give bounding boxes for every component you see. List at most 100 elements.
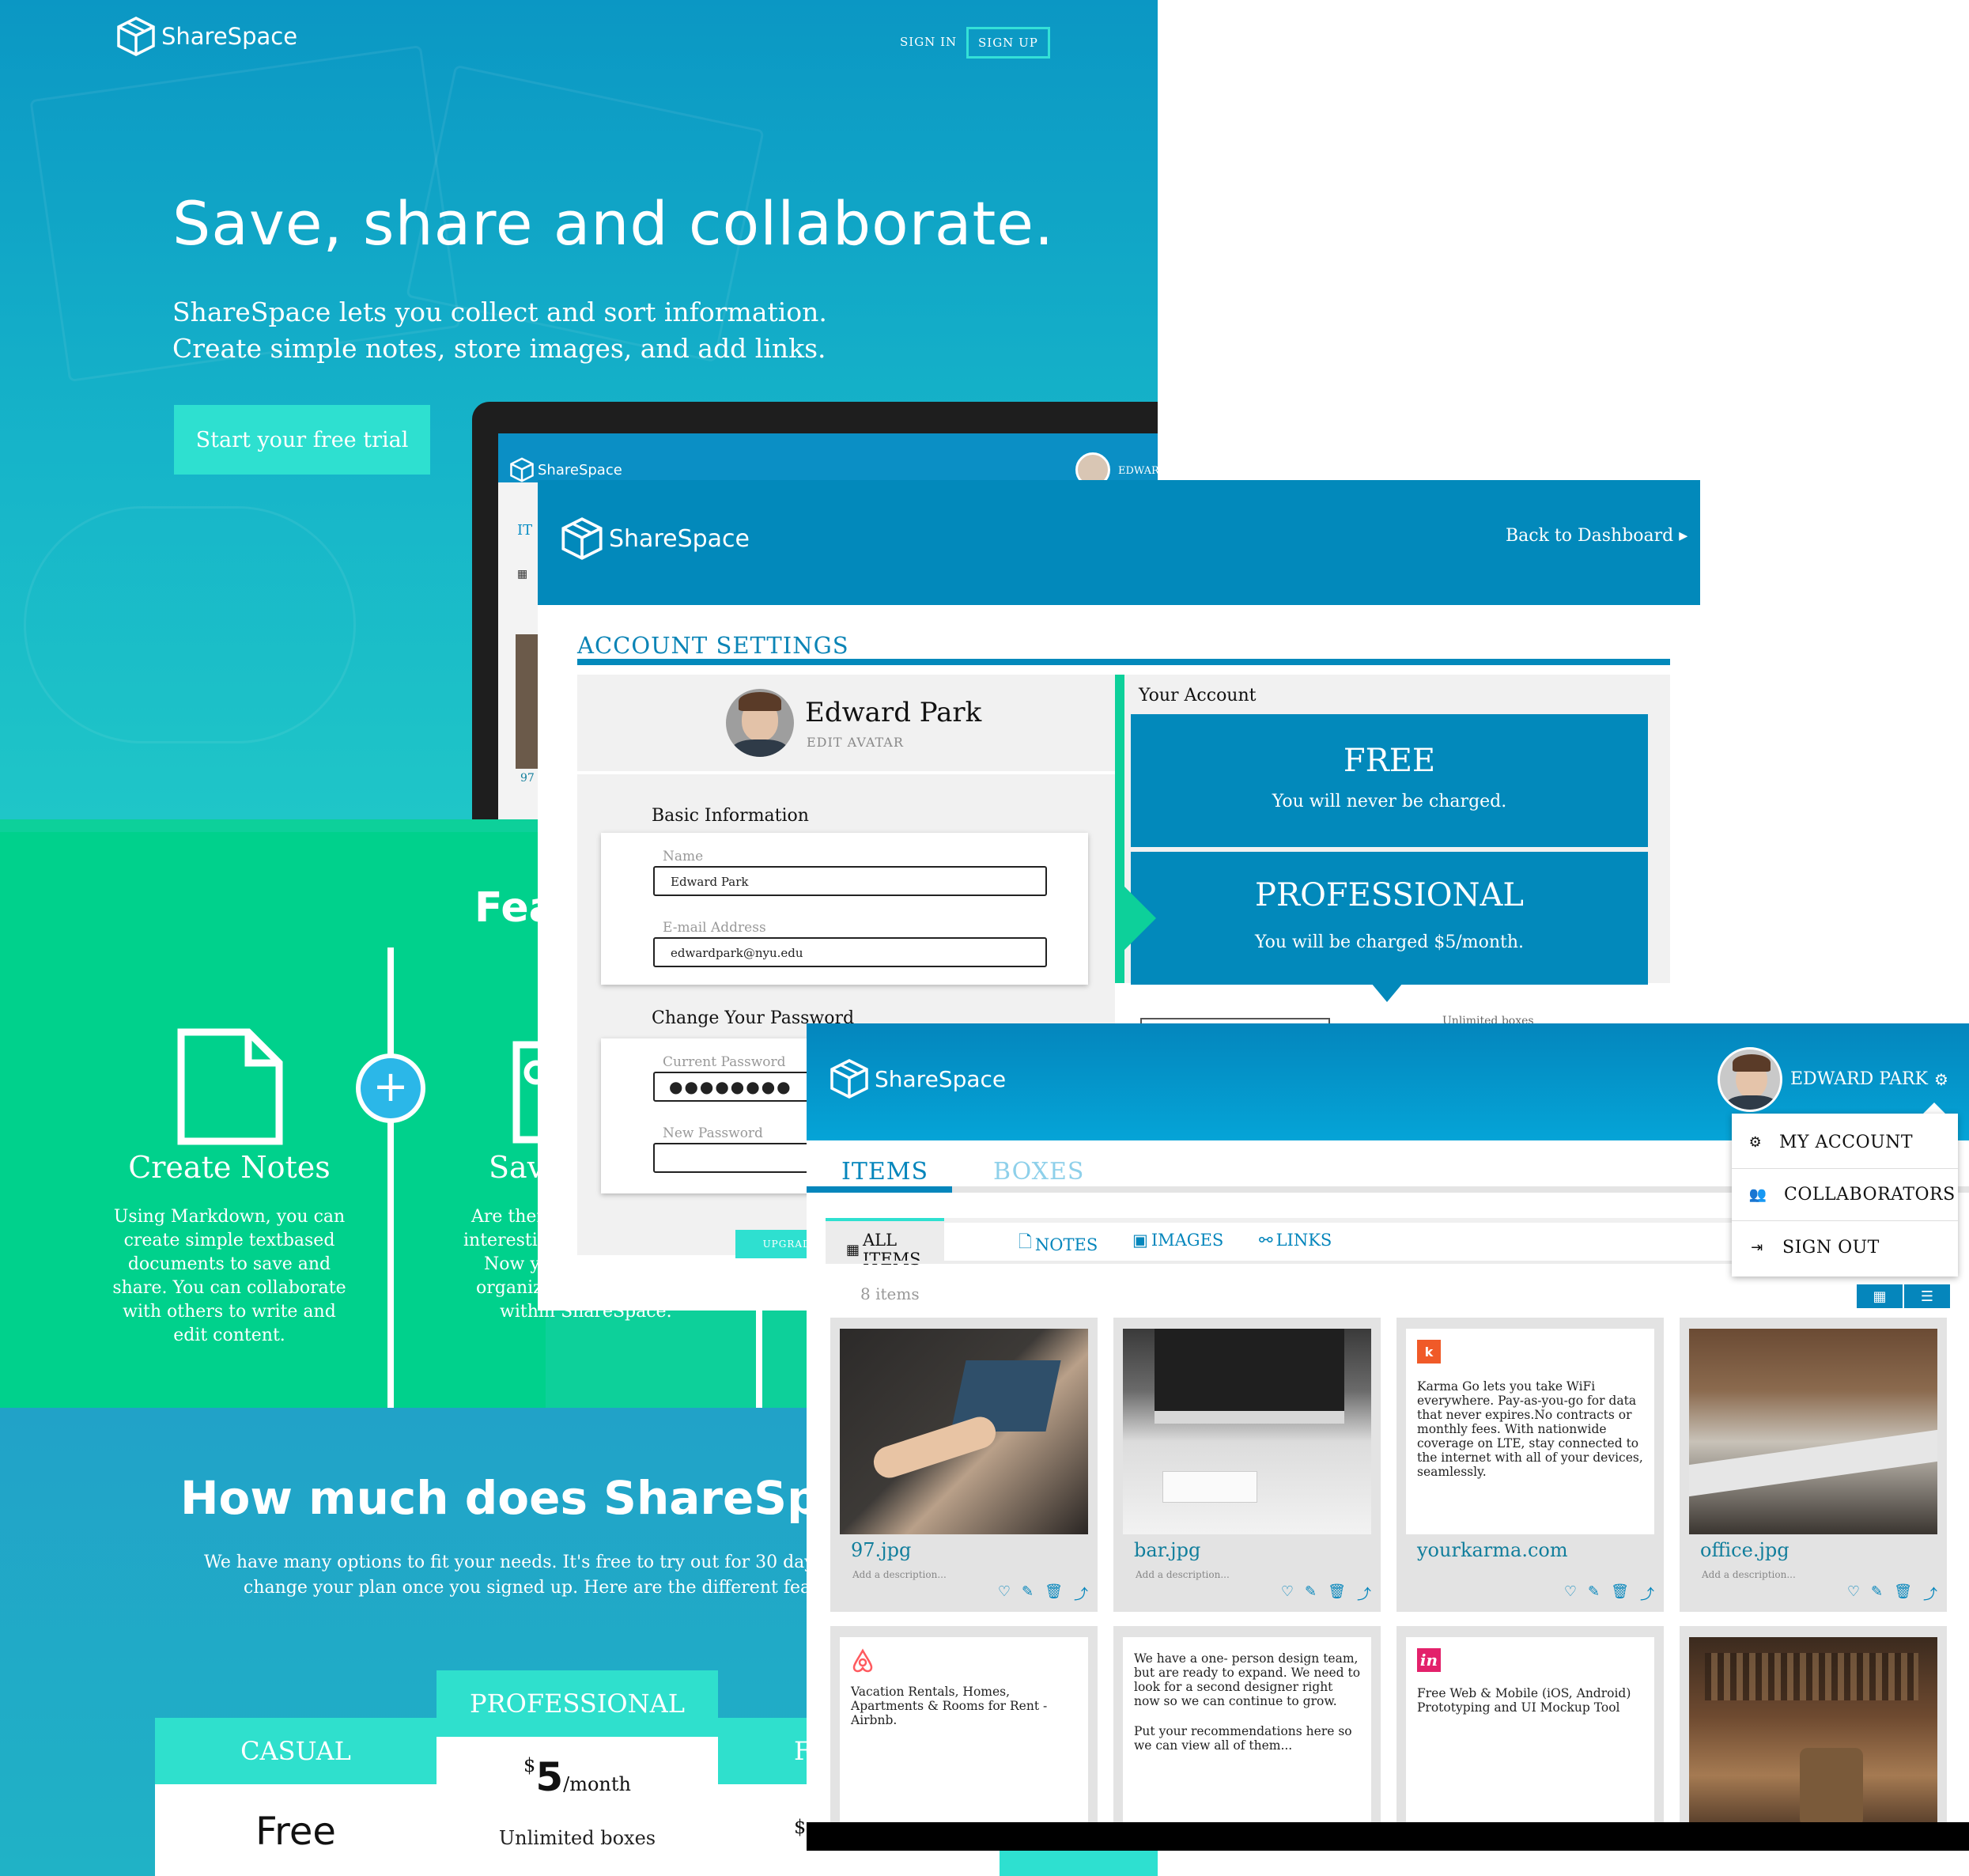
edit-icon[interactable]: ✎ (1588, 1583, 1600, 1604)
tab-items[interactable]: ITEMS (841, 1158, 928, 1186)
share-icon[interactable]: ⤴ (1923, 1583, 1937, 1604)
item-tile[interactable] (1680, 1626, 1947, 1835)
plan-option-professional[interactable]: PROFESSIONAL You will be charged $5/mont… (1131, 852, 1648, 985)
item-tile[interactable]: office.jpg Add a description... ♡ ✎ 🗑 ⤴ (1680, 1318, 1947, 1612)
edit-avatar-link[interactable]: EDIT AVATAR (807, 735, 904, 750)
avatar[interactable] (1718, 1047, 1782, 1112)
item-tile[interactable]: Vacation Rentals, Homes, Apartments & Ro… (830, 1626, 1098, 1835)
plan-amount: 5 (535, 1754, 564, 1800)
tile-link-card: k Karma Go lets you take WiFi everywhere… (1406, 1329, 1654, 1534)
grid-icon: ▦ (517, 568, 528, 581)
trash-icon[interactable]: 🗑 (1611, 1583, 1629, 1604)
avatar[interactable] (726, 689, 794, 757)
list-view-button[interactable]: ☰ (1904, 1284, 1950, 1308)
menu-label: MY ACCOUNT (1779, 1133, 1914, 1152)
name-field[interactable]: Edward Park (653, 866, 1047, 896)
document-icon (177, 1028, 283, 1145)
tile-image (1123, 1329, 1371, 1534)
plan-option-free[interactable]: FREE You will never be charged. (1131, 714, 1648, 847)
profile-panel: Edward Park EDIT AVATAR (577, 675, 1115, 771)
laptop-header: ShareSpace EDWAR (498, 433, 1158, 487)
dropdown-pointer (1371, 983, 1403, 1002)
feature-body-line: share. You can collaborate (112, 1278, 346, 1298)
plan-card-third[interactable]: F $ (718, 1718, 807, 1876)
tile-description[interactable]: Add a description... (1136, 1569, 1230, 1580)
invision-logo-icon: in (1417, 1648, 1441, 1672)
subtab-notes[interactable]: 🗋 NOTES (1019, 1231, 1098, 1258)
share-icon[interactable]: ⤴ (1357, 1583, 1371, 1604)
sign-in-link[interactable]: SIGN IN (900, 35, 957, 49)
menu-label: COLLABORATORS (1784, 1185, 1956, 1205)
pricing-accent-strip (1000, 1851, 1158, 1876)
sign-up-button[interactable]: SIGN UP (966, 27, 1050, 59)
tile-description[interactable]: Add a description... (1702, 1569, 1796, 1580)
menu-item-collaborators[interactable]: 👥 COLLABORATORS (1732, 1169, 1958, 1221)
timeline-line (756, 1310, 762, 1408)
heart-icon[interactable]: ♡ (1847, 1583, 1860, 1604)
tile-title[interactable]: office.jpg (1700, 1539, 1789, 1561)
tile-image (1689, 1329, 1937, 1534)
user-dropdown-menu: ⚙ MY ACCOUNT 👥 COLLABORATORS ⇥ SIGN OUT (1732, 1114, 1958, 1277)
tile-link-card: Vacation Rentals, Homes, Apartments & Ro… (840, 1637, 1088, 1835)
laptop-logo-text: ShareSpace (538, 461, 622, 478)
email-field[interactable]: edwardpark@nyu.edu (653, 937, 1047, 967)
tab-boxes[interactable]: BOXES (993, 1158, 1084, 1186)
user-menu-toggle[interactable]: EDWARD PARK ⚙ (1790, 1069, 1948, 1089)
tile-title[interactable]: yourkarma.com (1417, 1539, 1568, 1561)
subtab-all-items[interactable]: ▦ ALL ITEMS (826, 1218, 944, 1269)
start-trial-button[interactable]: Start your free trial (174, 405, 430, 475)
account-header: ShareSpace Back to Dashboard ▸ (538, 480, 1700, 605)
logo[interactable]: ShareSpace (560, 516, 750, 561)
plan-name: PROFESSIONAL (437, 1670, 718, 1737)
plus-icon: + (361, 1058, 421, 1118)
section-title: ACCOUNT SETTINGS (577, 632, 849, 659)
item-tile[interactable]: bar.jpg Add a description... ♡ ✎ 🗑 ⤴ (1113, 1318, 1381, 1612)
logo[interactable]: ShareSpace (829, 1058, 1006, 1099)
avatar-hair (1733, 1054, 1771, 1072)
edit-icon[interactable]: ✎ (1305, 1583, 1317, 1604)
heart-icon[interactable]: ♡ (1281, 1583, 1294, 1604)
plan-card-professional[interactable]: PROFESSIONAL $5/month Unlimited boxes (437, 1670, 718, 1876)
feature-body-create-notes: Using Markdown, you can create simple te… (111, 1205, 348, 1348)
trash-icon[interactable]: 🗑 (1894, 1583, 1912, 1604)
heart-icon[interactable]: ♡ (998, 1583, 1011, 1604)
tile-actions: ♡ ✎ 🗑 ⤴ (998, 1583, 1088, 1604)
share-icon[interactable]: ⤴ (1640, 1583, 1654, 1604)
subtab-images[interactable]: ▣ IMAGES (1132, 1231, 1223, 1250)
tile-title[interactable]: bar.jpg (1134, 1539, 1200, 1561)
share-icon[interactable]: ⤴ (1074, 1583, 1088, 1604)
item-tile[interactable]: 97.jpg Add a description... ♡ ✎ 🗑 ⤴ (830, 1318, 1098, 1612)
logo[interactable]: ShareSpace (115, 16, 297, 57)
tile-title[interactable]: 97.jpg (851, 1539, 911, 1561)
pricing-section: How much does ShareSpac We have many opt… (0, 1408, 807, 1876)
menu-item-my-account[interactable]: ⚙ MY ACCOUNT (1732, 1117, 1958, 1169)
edit-icon[interactable]: ✎ (1871, 1583, 1883, 1604)
item-tile[interactable]: in Free Web & Mobile (iOS, Android) Prot… (1396, 1626, 1664, 1835)
plan-name: PROFESSIONAL (1255, 877, 1524, 913)
edit-icon[interactable]: ✎ (1022, 1583, 1034, 1604)
pricing-desc-line: We have many options to fit your needs. … (204, 1553, 807, 1572)
subtab-underline (826, 1261, 1774, 1264)
plan-card-casual[interactable]: CASUAL Free (155, 1718, 437, 1876)
trash-icon[interactable]: 🗑 (1045, 1583, 1063, 1604)
gear-icon: ⚙ (1933, 1069, 1948, 1089)
grid-view-icon: ▦ (1873, 1288, 1887, 1305)
plan-feature: Unlimited boxes (498, 1827, 656, 1849)
menu-item-sign-out[interactable]: ⇥ SIGN OUT (1732, 1221, 1958, 1273)
item-tile[interactable]: k Karma Go lets you take WiFi everywhere… (1396, 1318, 1664, 1612)
tile-description[interactable]: Add a description... (852, 1569, 947, 1580)
laptop-tab: IT (517, 522, 533, 539)
subtab-links[interactable]: ⚯ LINKS (1259, 1231, 1332, 1250)
back-to-dashboard-link[interactable]: Back to Dashboard ▸ (1506, 526, 1687, 546)
grid-view-button[interactable]: ▦ (1857, 1284, 1903, 1308)
item-tile[interactable]: We have a one- person design team, but a… (1113, 1626, 1381, 1835)
tile-text: Put your recommendations here so we can … (1134, 1724, 1352, 1753)
dashboard-window: ShareSpace EDWARD PARK ⚙ ITEMS BOXES ▦ AL… (807, 1023, 1969, 1851)
heart-icon[interactable]: ♡ (1564, 1583, 1577, 1604)
subtab-label: LINKS (1276, 1231, 1332, 1250)
grid-icon: ▦ (846, 1241, 860, 1258)
trash-icon[interactable]: 🗑 (1328, 1583, 1346, 1604)
image-icon: ▣ (1132, 1231, 1148, 1250)
pricing-desc-line: change your plan once you signed up. Her… (244, 1578, 807, 1598)
timeline-line (387, 947, 394, 1408)
